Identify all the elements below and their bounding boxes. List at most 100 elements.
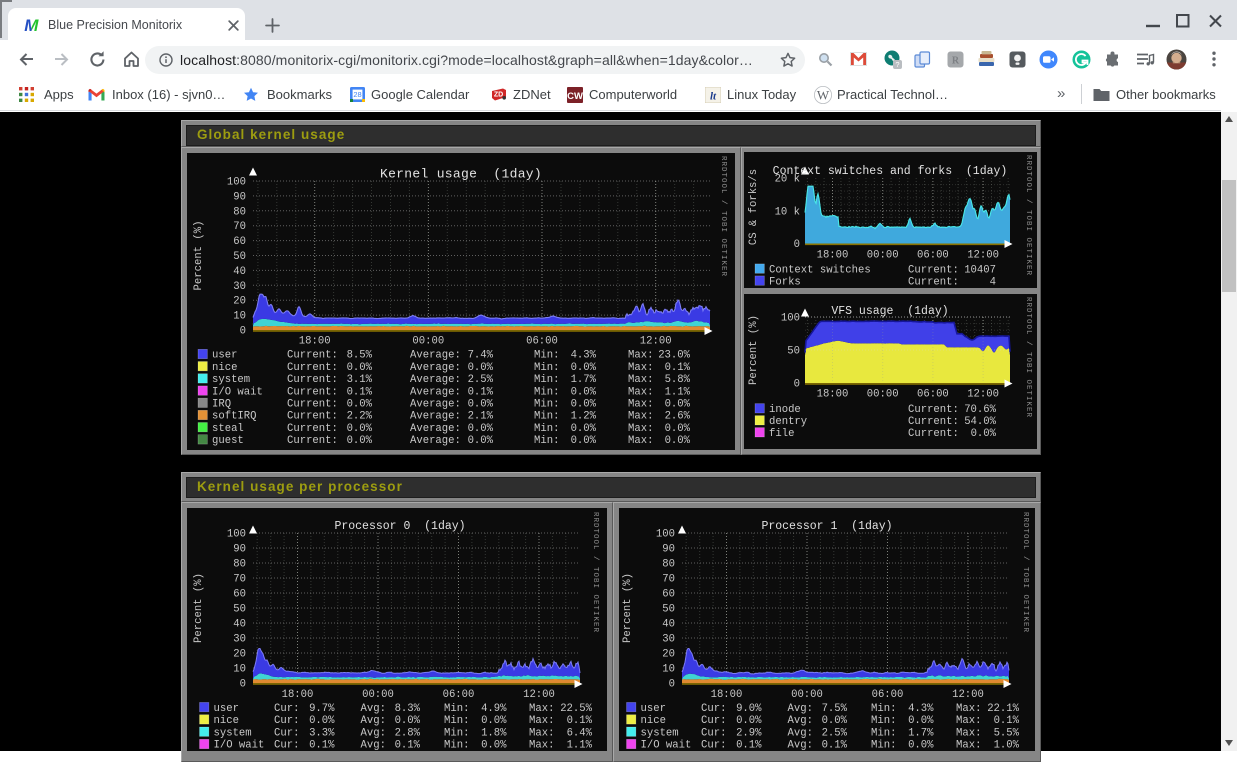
svg-text:80: 80 — [233, 559, 246, 571]
svg-text:0.0%: 0.0% — [571, 435, 597, 447]
svg-text:80: 80 — [662, 559, 675, 571]
svg-text:0.0%: 0.0% — [822, 715, 848, 727]
svg-text:100: 100 — [781, 313, 800, 325]
svg-text:18:00: 18:00 — [711, 689, 743, 701]
svg-text:12:00: 12:00 — [967, 389, 999, 401]
svg-text:Average:: Average: — [410, 435, 461, 447]
svg-text:3.1%: 3.1% — [347, 374, 373, 386]
svg-text:Average:: Average: — [410, 386, 461, 398]
svg-text:22.5%: 22.5% — [560, 703, 592, 715]
svg-text:Current:: Current: — [908, 276, 959, 288]
svg-text:2.8%: 2.8% — [395, 727, 421, 739]
svg-text:0: 0 — [240, 326, 246, 338]
svg-text:RRDTOOL / TOBI OETIKER: RRDTOOL / TOBI OETIKER — [1024, 155, 1032, 276]
svg-text:0.1%: 0.1% — [347, 386, 373, 398]
svg-text:Max:: Max: — [529, 715, 554, 727]
svg-text:18:00: 18:00 — [299, 336, 331, 348]
svg-text:CW: CW — [567, 91, 583, 102]
svg-text:70.6%: 70.6% — [964, 404, 996, 416]
svg-text:0.0%: 0.0% — [481, 715, 507, 727]
svg-text:10407: 10407 — [964, 264, 996, 276]
svg-text:0.1%: 0.1% — [567, 715, 593, 727]
svg-text:Avg:: Avg: — [788, 703, 813, 715]
svg-text:30: 30 — [662, 634, 675, 646]
svg-text:7.4%: 7.4% — [468, 350, 494, 362]
svg-text:Avg:: Avg: — [361, 715, 386, 727]
svg-text:100: 100 — [227, 177, 246, 189]
svg-text:Min:: Min: — [534, 399, 559, 411]
svg-text:softIRQ: softIRQ — [212, 411, 257, 423]
svg-text:Cur:: Cur: — [701, 727, 726, 739]
svg-text:90: 90 — [662, 544, 675, 556]
svg-text:12:00: 12:00 — [952, 689, 984, 701]
svg-text:00:00: 00:00 — [412, 336, 444, 348]
svg-text:Min:: Min: — [534, 386, 559, 398]
svg-text:ZD: ZD — [494, 92, 503, 99]
svg-text:0.0%: 0.0% — [971, 428, 997, 440]
svg-text:Cur:: Cur: — [701, 740, 726, 751]
svg-text:100: 100 — [227, 529, 246, 541]
svg-text:4.9%: 4.9% — [481, 703, 507, 715]
svg-text:2.9%: 2.9% — [736, 727, 762, 739]
svg-text:22.1%: 22.1% — [987, 703, 1019, 715]
svg-text:10: 10 — [233, 311, 246, 323]
svg-text:Min:: Min: — [534, 350, 559, 362]
svg-text:0.1%: 0.1% — [822, 740, 848, 751]
svg-text:5.5%: 5.5% — [994, 727, 1020, 739]
svg-text:Average:: Average: — [410, 423, 461, 435]
svg-text:Average:: Average: — [410, 411, 461, 423]
svg-text:10: 10 — [662, 664, 675, 676]
svg-text:Kernel usage (1day): Kernel usage (1day) — [380, 167, 542, 182]
svg-text:Min:: Min: — [534, 362, 559, 374]
svg-text:Cur:: Cur: — [274, 740, 299, 751]
svg-text:Cur:: Cur: — [701, 703, 726, 715]
svg-text:Current:: Current: — [287, 362, 338, 374]
svg-text:20: 20 — [233, 296, 246, 308]
svg-text:Min:: Min: — [534, 435, 559, 447]
svg-text:0.1%: 0.1% — [665, 362, 691, 374]
svg-text:Current:: Current: — [908, 428, 959, 440]
svg-text:0.1%: 0.1% — [736, 740, 762, 751]
svg-text:2.1%: 2.1% — [468, 411, 494, 423]
svg-text:RRDTOOL / TOBI OETIKER: RRDTOOL / TOBI OETIKER — [1021, 512, 1029, 633]
svg-text:RRDTOOL / TOBI OETIKER: RRDTOOL / TOBI OETIKER — [591, 512, 599, 633]
svg-text:Current:: Current: — [287, 423, 338, 435]
svg-text:0.0%: 0.0% — [571, 386, 597, 398]
svg-text:0.0%: 0.0% — [908, 740, 934, 751]
svg-text:Max:: Max: — [529, 740, 554, 751]
svg-text:0.0%: 0.0% — [468, 435, 494, 447]
svg-text:8.3%: 8.3% — [395, 703, 421, 715]
svg-text:10: 10 — [233, 664, 246, 676]
svg-text:2.2%: 2.2% — [347, 411, 373, 423]
svg-text:Current:: Current: — [287, 374, 338, 386]
svg-text:0.0%: 0.0% — [481, 740, 507, 751]
svg-text:10 k: 10 k — [775, 206, 800, 218]
svg-text:1.8%: 1.8% — [481, 727, 507, 739]
svg-text:Max:: Max: — [956, 727, 981, 739]
svg-text:2.6%: 2.6% — [665, 411, 691, 423]
svg-text:Min:: Min: — [444, 703, 469, 715]
svg-text:user: user — [641, 703, 666, 715]
svg-text:20: 20 — [233, 649, 246, 661]
svg-text:Avg:: Avg: — [361, 740, 386, 751]
svg-text:Average:: Average: — [410, 374, 461, 386]
svg-text:Current:: Current: — [287, 386, 338, 398]
svg-text:06:00: 06:00 — [917, 250, 949, 262]
svg-text:Min:: Min: — [871, 703, 896, 715]
svg-text:0.0%: 0.0% — [468, 362, 494, 374]
svg-text:steal: steal — [212, 423, 244, 435]
svg-text:40: 40 — [233, 619, 246, 631]
svg-text:60: 60 — [662, 589, 675, 601]
svg-text:2.5%: 2.5% — [822, 727, 848, 739]
svg-text:I/O wait: I/O wait — [641, 740, 692, 751]
svg-text:60: 60 — [233, 236, 246, 248]
svg-text:6.4%: 6.4% — [567, 727, 593, 739]
svg-text:Current:: Current: — [908, 264, 959, 276]
svg-text:70: 70 — [233, 574, 246, 586]
svg-text:?: ? — [895, 60, 899, 69]
svg-text:user: user — [212, 350, 237, 362]
svg-text:0: 0 — [240, 679, 246, 691]
svg-text:0.0%: 0.0% — [395, 715, 421, 727]
svg-text:7.5%: 7.5% — [822, 703, 848, 715]
svg-text:4.3%: 4.3% — [908, 703, 934, 715]
